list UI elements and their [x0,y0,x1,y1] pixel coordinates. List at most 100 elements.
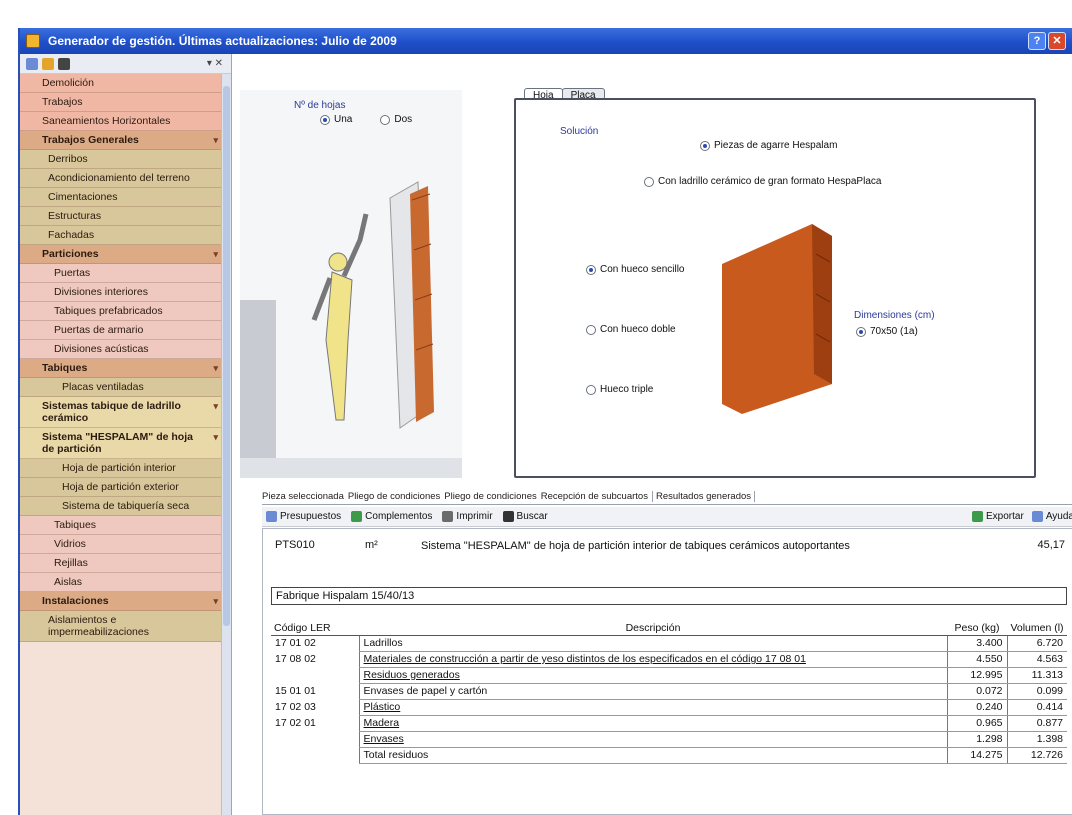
sidebar-item[interactable]: Aislamientos e impermeabilizaciones [20,611,222,642]
sidebar-item-label: Aislamientos e impermeabilizaciones [48,614,149,638]
export-button[interactable]: Exportar [972,511,1024,522]
sidebar-item[interactable]: Estructuras [20,207,222,226]
search-button[interactable]: Buscar [502,511,548,522]
record-price: 45,17 [1037,539,1065,551]
radio-hueco-triple[interactable]: Hueco triple [586,384,653,395]
bottom-tab[interactable]: Pieza seleccionada [262,491,344,502]
sidebar-item-label: Puertas de armario [54,324,144,336]
sidebar-item[interactable]: Trabajos Generales ▾ [20,131,222,150]
button-label: Ayuda [1045,511,1072,522]
sidebar-item[interactable]: Aislas [20,573,222,592]
sidebar-item-label: Estructuras [48,210,102,222]
sidebar-item[interactable]: Sistema de tabiquería seca [20,497,222,516]
bottom-tab[interactable]: Pliego de condiciones [444,491,536,502]
sidebar-item[interactable]: Particiones ▾ [20,245,222,264]
sidebar-item-label: Sistema "HESPALAM" de hoja de partición [42,431,193,455]
sidebar-item-label: Placas ventiladas [62,381,144,393]
app-icon [26,34,40,48]
document-icon [266,511,277,522]
sidebar-item[interactable]: Acondicionamiento del terreno [20,169,222,188]
cell-weight: 3.400 [946,635,1007,652]
sidebar-item-label: Derribos [48,153,88,165]
solution-label: Solución [560,126,599,137]
sidebar-item[interactable]: Instalaciones ▾ [20,592,222,611]
record-description: Sistema "HESPALAM" de hoja de partición … [421,540,850,552]
sidebar-item[interactable]: Puertas de armario [20,321,222,340]
help-button[interactable]: Ayuda [1031,511,1072,522]
sidebar-item[interactable]: Vidrios [20,535,222,554]
wall-illustration: Nº de hojas Una Dos [240,90,462,478]
sidebar-item[interactable]: Hoja de partición interior [20,459,222,478]
radio-piezas[interactable]: Piezas de agarre Hespalam [700,140,837,151]
sidebar-item[interactable]: Tabiques prefabricados [20,302,222,321]
bottom-toolbar: Presupuestos Complementos Imprimir Busca… [262,507,1072,527]
cell-volume: 6.720 [1006,635,1067,652]
button-label: Presupuestos [280,511,342,522]
table-row: Total residuos 14.275 12.726 [271,747,1067,764]
chevron-down-icon[interactable]: ▾ [208,248,218,260]
pin-icon[interactable]: ▾ ✕ [207,58,223,69]
sidebar-item[interactable]: Fachadas [20,226,222,245]
tab-panel: Solución Piezas de agarre Hespalam Con l… [514,98,1036,478]
sidebar-item[interactable]: Sistemas tabique de ladrillo cerámico ▾ [20,397,222,428]
folder-icon[interactable] [42,57,54,70]
sidebar-item[interactable]: Puertas [20,264,222,283]
help-button[interactable]: ? [1028,32,1046,50]
binoculars-icon [502,511,514,522]
sidebar-item[interactable]: Rejillas [20,554,222,573]
sidebar-item[interactable]: Hoja de partición exterior [20,478,222,497]
sidebar-item[interactable]: Trabajos [20,93,222,112]
table-row: 17 02 03 Plástico 0.240 0.414 [271,699,1067,716]
radio-gran-formato[interactable]: Con ladrillo cerámico de gran formato He… [644,176,881,187]
bottom-tab[interactable]: Resultados generados [651,491,756,502]
sidebar-item-label: Demolición [42,77,94,89]
window-title: Generador de gestión. Últimas actualizac… [48,34,397,48]
bottom-tab[interactable]: Recepción de subcuartos [541,491,648,502]
chevron-down-icon[interactable]: ▾ [208,362,218,374]
button-label: Exportar [986,511,1024,522]
sidebar-scrollbar[interactable] [221,74,231,815]
table-row: Residuos generados 12.995 11.313 [271,667,1067,684]
cell-weight: 0.240 [946,699,1007,716]
binoculars-icon[interactable] [58,57,70,70]
chevron-down-icon[interactable]: ▾ [208,400,218,412]
sidebar-item[interactable]: Divisiones interiores [20,283,222,302]
cell-code: 15 01 01 [275,685,316,697]
cell-description: Plástico [358,699,947,716]
chevron-down-icon[interactable]: ▾ [208,134,218,146]
close-button[interactable]: ✕ [1048,32,1066,50]
col-header-desc: Descripción [359,621,947,636]
bottom-tab[interactable]: Pliego de condiciones [348,491,440,502]
table-row: Envases 1.298 1.398 [271,731,1067,748]
radio-hueco-doble[interactable]: Con hueco doble [586,324,676,335]
grid-icon[interactable] [26,57,38,70]
dimension-label: Dimensiones (cm) [854,310,935,321]
sidebar-item[interactable]: Sistema "HESPALAM" de hoja de partición ▾ [20,428,222,459]
app-window: Generador de gestión. Últimas actualizac… [18,28,1072,815]
chevron-down-icon[interactable]: ▾ [208,431,218,443]
sidebar-item[interactable]: Placas ventiladas [20,378,222,397]
worker-wall-drawing [240,181,462,478]
record-unit: m² [365,539,378,551]
sidebar-item[interactable]: Tabiques [20,516,222,535]
cell-description: Materiales de construcción a partir de y… [358,651,947,668]
complements-button[interactable]: Complementos [351,511,432,522]
chevron-down-icon[interactable]: ▾ [208,595,218,607]
sidebar-item[interactable]: Derribos [20,150,222,169]
cell-description: Envases [358,731,947,748]
sidebar-item[interactable]: Divisiones acústicas [20,340,222,359]
sidebar-item[interactable]: Tabiques ▾ [20,359,222,378]
sidebar-item[interactable]: Saneamientos Horizontales [20,112,222,131]
radio-dimension[interactable]: 70x50 (1a) [856,326,918,337]
sidebar-item[interactable]: Cimentaciones [20,188,222,207]
radio-hueco-sencillo[interactable]: Con hueco sencillo [586,264,685,275]
sidebar-item[interactable]: Demolición [20,74,222,93]
sidebar-item-label: Hoja de partición interior [62,462,176,474]
budgets-button[interactable]: Presupuestos [266,511,341,522]
sidebar-item-label: Particiones [42,248,99,260]
print-button[interactable]: Imprimir [442,511,493,522]
scrollbar-thumb[interactable] [223,86,230,626]
cell-volume: 0.099 [1006,683,1067,700]
radio-label: Con hueco doble [600,324,676,335]
brick-icon [722,224,832,414]
